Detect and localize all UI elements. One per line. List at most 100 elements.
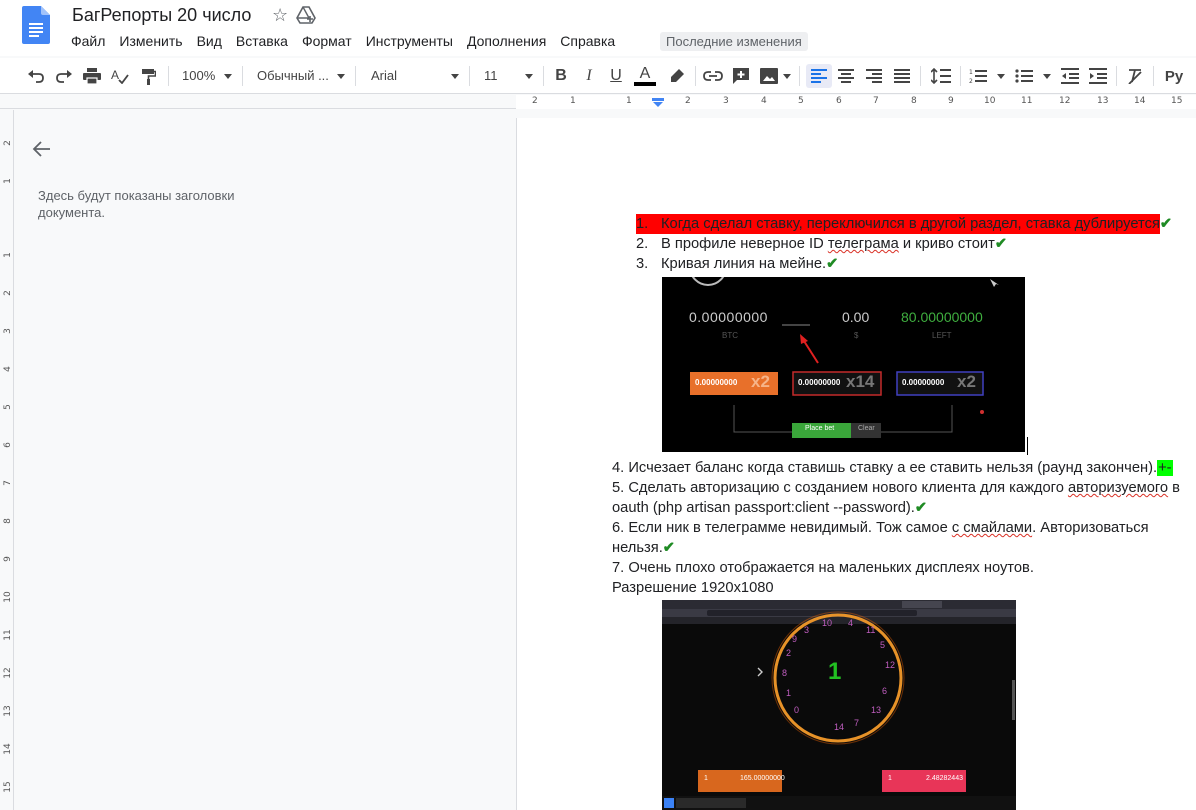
list-item-text: Когда сделал ставку, переключился в друг… [661,216,1160,232]
paragraph-5[interactable]: 5. Сделать авторизацию с созданием новог… [612,478,1180,498]
toolbar-separator [242,66,243,86]
paragraph-5-line-2[interactable]: oauth (php artisan passport:client --pas… [612,498,927,518]
misspelled-word[interactable]: авторизуемого [1068,480,1168,496]
spellcheck-icon[interactable]: A [110,64,130,88]
menu-edit[interactable]: Изменить [112,31,189,51]
align-justify-icon[interactable] [892,64,912,88]
back-arrow-icon[interactable] [32,140,52,158]
svg-text:A: A [111,68,119,82]
embedded-screenshot-main[interactable]: 0.00000000 BTC 0.00 $ 80.00000000 LEFT 0… [662,277,1025,452]
misspelled-word[interactable]: с смайлами [952,520,1032,536]
font-size-select[interactable]: 11 [484,64,498,88]
menu-help[interactable]: Справка [553,31,622,51]
paragraph-text: 4. Исчезает баланс когда ставишь ставку … [612,460,1158,476]
last-edit-link[interactable]: Последние изменения [660,32,808,51]
ruler-label: 12 [1059,96,1071,106]
text-cursor [1027,437,1028,455]
taskbar-search [676,798,746,808]
menu-format[interactable]: Формат [295,31,359,51]
ruler-label: 7 [873,96,879,106]
toolbar-separator [1116,66,1117,86]
ruler-label: 2 [3,140,13,146]
wheel-number: 14 [834,722,845,732]
toolbar-separator [543,66,544,86]
zoom-select[interactable]: 100% [182,64,215,88]
check-mark: ✔ [994,236,1008,252]
insert-image-icon[interactable] [759,64,779,88]
menu-file[interactable]: Файл [64,31,112,51]
italic-button[interactable]: I [580,64,598,88]
left-value: 80.00000000 [901,309,983,325]
link-icon[interactable] [703,64,723,88]
bold-button[interactable]: B [552,64,570,88]
right-bet-count: 1 [888,775,892,782]
ruler-label: 11 [3,629,13,641]
wheel-number: 3 [804,625,810,635]
chevron-down-icon [525,74,533,79]
underline-button[interactable]: U [607,64,625,88]
move-to-drive-icon[interactable] [296,6,316,24]
paragraph-6-line-2[interactable]: нельзя.✔ [612,538,675,558]
line-spacing-icon[interactable] [930,64,952,88]
ruler-label: 1 [3,178,13,184]
wheel-number: 10 [822,618,833,628]
wheel-number: 6 [882,686,888,696]
bet-3-value: 0.00000000 [902,378,945,387]
align-left-icon[interactable] [806,64,832,88]
highlight-color-icon[interactable] [667,64,687,88]
paragraph-4[interactable]: 4. Исчезает баланс когда ставишь ставку … [612,458,1173,478]
usd-value: 0.00 [842,309,870,325]
increase-indent-icon[interactable] [1088,64,1108,88]
paint-format-icon[interactable] [138,64,158,88]
input-tools-button[interactable]: Ру [1162,64,1186,88]
left-label: LEFT [932,331,952,340]
menu-addons[interactable]: Дополнения [460,31,553,51]
add-comment-icon[interactable] [731,64,751,88]
clear-formatting-icon[interactable] [1125,64,1145,88]
style-select[interactable]: Обычный ... [257,64,329,88]
ruler-label: 1 [3,252,13,258]
list-number: 3. [636,256,649,272]
paragraph-7-line-2[interactable]: Разрешение 1920x1080 [612,578,774,598]
bulleted-list-icon[interactable] [1014,64,1034,88]
embedded-screenshot-wheel[interactable]: 1 3 10 4 11 5 12 6 13 7 14 0 1 8 2 9 1 1… [662,600,1016,810]
undo-icon[interactable] [26,64,46,88]
docs-logo-icon[interactable] [22,6,50,44]
ruler-label: 2 [532,96,538,106]
numbered-list-icon[interactable]: 12 [968,64,988,88]
document-title[interactable]: БагРепорты 20 число [72,4,251,26]
wheel-number: 8 [782,668,788,678]
menu-tools[interactable]: Инструменты [359,31,460,51]
decrease-indent-icon[interactable] [1060,64,1080,88]
list-item[interactable]: 3. Кривая линия на мейне.✔ [636,254,838,274]
menu-view[interactable]: Вид [190,31,229,51]
ruler-label: 8 [911,96,917,106]
btc-value: 0.00000000 [689,309,768,325]
bet-3-multiplier: x2 [957,372,976,391]
redo-icon[interactable] [54,64,74,88]
print-icon[interactable] [82,64,102,88]
list-item-text: и криво стоит [898,236,995,252]
wheel-number: 12 [885,660,896,670]
list-item[interactable]: 1. Когда сделал ставку, переключился в др… [636,214,1172,234]
misspelled-word[interactable]: телеграма [828,236,899,252]
font-select[interactable]: Arial [371,64,397,88]
list-item[interactable]: 2. В профиле неверное ID телеграма и крив… [636,234,1007,254]
btc-label: BTC [722,331,738,340]
star-icon[interactable]: ☆ [272,4,288,26]
text-color-button[interactable]: A [634,64,656,88]
place-bet-label: Place bet [805,425,835,432]
browser-active-tab [902,601,942,608]
ruler-label: 6 [3,442,13,448]
ruler-label: 8 [3,518,13,524]
ruler-label: 11 [1021,96,1033,106]
ruler-label: 14 [1134,96,1146,106]
paragraph-7[interactable]: 7. Очень плохо отображается на маленьких… [612,558,1034,578]
paragraph-6[interactable]: 6. Если ник в телеграмме невидимый. Тож … [612,518,1149,538]
indent-marker-icon[interactable] [652,98,664,107]
align-right-icon[interactable] [864,64,884,88]
check-mark: ✔ [1159,216,1173,232]
browser-tabs-bar [662,600,1016,609]
align-center-icon[interactable] [836,64,856,88]
menu-insert[interactable]: Вставка [229,31,295,51]
